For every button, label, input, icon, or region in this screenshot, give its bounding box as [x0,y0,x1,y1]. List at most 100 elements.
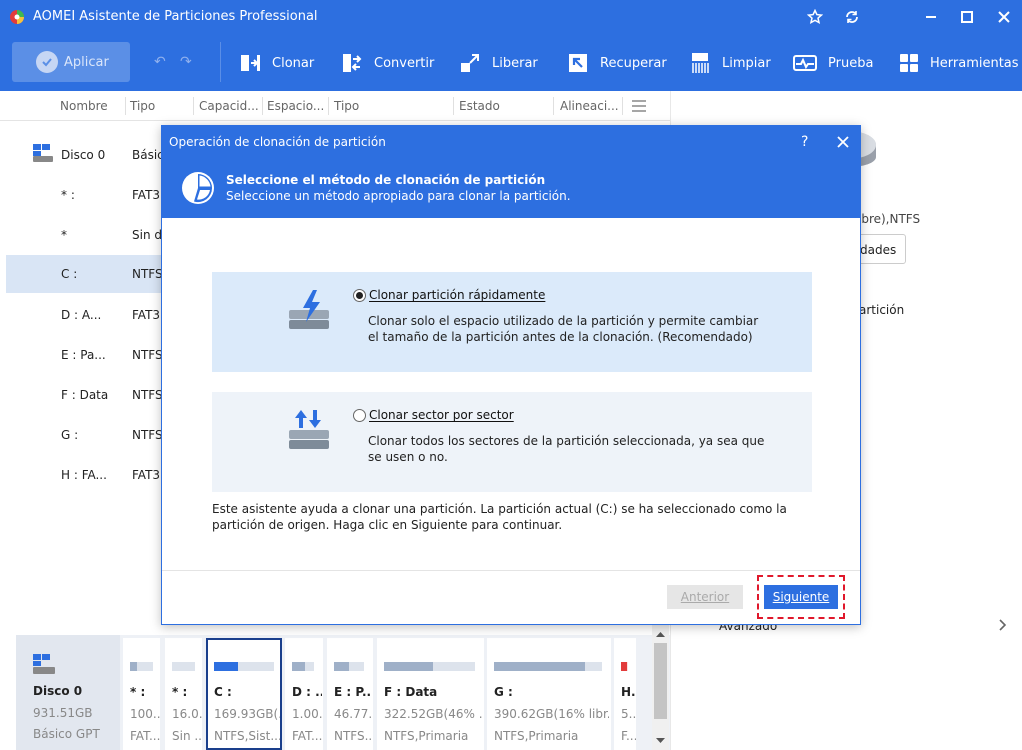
option-sector-label[interactable]: Clonar sector por sector [369,408,514,422]
usage-fill [384,662,434,671]
redo-icon[interactable]: ↷ [180,54,192,70]
column-settings-icon[interactable] [631,100,647,112]
partition-label: C : [214,685,232,699]
partition-type: NTFS [132,348,163,362]
chevron-right-icon[interactable] [998,618,1008,632]
column-divider [622,97,623,115]
partition-name: D : A... [61,308,102,322]
column-divider [553,97,554,115]
toolbar-convert-label: Convertir [374,55,435,71]
partition-type: Sin d [132,228,162,242]
apply-button[interactable]: Aplicar [12,42,130,82]
column-header[interactable]: Capacid... [199,99,259,113]
radio-clone-fast[interactable] [353,289,366,302]
undo-icon[interactable]: ↶ [154,54,166,70]
usage-bar [214,662,274,671]
column-header[interactable]: Tipo [130,99,155,113]
scrollbar-thumb[interactable] [654,643,667,719]
partition-capacity: 100... [130,707,160,721]
column-header[interactable]: Espacio... [267,99,324,113]
toolbar-recover-button[interactable]: Recuperar [566,50,667,76]
partition-block[interactable]: D : ... 1.00... FAT... [285,638,323,750]
partition-label: * : [172,685,188,699]
partition-fs: NTFS,Primaria [494,729,579,743]
toolbar-free-label: Liberar [492,55,538,71]
scroll-down-icon[interactable] [656,738,665,744]
radio-clone-sector[interactable] [353,409,366,422]
partition-type: NTFS [132,267,163,281]
back-button[interactable]: Anterior [667,585,743,609]
wipe-icon [692,53,709,73]
option-fast-label[interactable]: Clonar partición rápidamente [369,288,545,302]
partition-block-selected[interactable]: C : 169.93GB(... NTFS,Sist... [206,638,282,750]
dialog-header-title: Seleccione el método de clonación de par… [226,173,546,187]
usage-fill [292,662,306,671]
column-header[interactable]: Estado [459,99,500,113]
toolbar-test-button[interactable]: Prueba [792,50,873,76]
toolbar-test-label: Prueba [828,55,874,71]
dialog-close-icon[interactable] [837,136,849,148]
usage-bar [172,662,195,671]
toolbar-free-button[interactable]: Liberar [458,50,538,76]
next-button-highlight: Siguiente [757,575,845,619]
convert-icon [343,54,362,72]
usage-bar [130,662,153,671]
partition-block[interactable]: F : Data 322.52GB(46% ... NTFS,Primaria [377,638,484,750]
properties-button-label: dades [860,243,897,257]
dialog-info-text: Este asistente ayuda a clonar una partic… [212,501,812,533]
usage-fill [214,662,238,671]
partition-block[interactable]: G : 390.62GB(16% libr... NTFS,Primaria [487,638,611,750]
partition-name: E : Pa... [61,348,106,362]
option-clone-fast[interactable]: Clonar partición rápidamente Clonar solo… [212,272,812,372]
scroll-up-icon[interactable] [656,631,665,637]
partition-block[interactable]: * : 100... FAT... [123,638,160,750]
toolbar-clone-label: Clonar [272,55,315,71]
partition-name: H : FA... [61,468,107,482]
partition-list-header: Nombre Tipo Capacid... Espacio... Tipo E… [0,91,670,121]
option-clone-sector[interactable]: Clonar sector por sector Clonar todos lo… [212,392,812,492]
help-icon[interactable]: ? [801,134,808,150]
minimize-icon[interactable] [920,6,942,28]
next-button[interactable]: Siguiente [764,585,838,609]
toolbar-wipe-label: Limpiar [722,55,771,71]
partition-block[interactable]: E : P... 46.77... NTFS... [327,638,373,750]
partition-type: FAT3 [132,468,161,482]
partition-type: FAT3 [132,308,161,322]
dialog-footer-divider [162,570,860,571]
partition-name: C : [61,267,78,281]
app-logo-icon [10,10,24,24]
recover-icon [569,54,587,72]
disk-map-scrollbar[interactable] [652,625,669,750]
partition-capacity: 5... [621,707,636,721]
partition-label: * : [130,685,146,699]
partition-capacity: 322.52GB(46% ... [384,707,482,721]
partition-fs: NTFS... [334,729,372,743]
fast-clone-icon [289,290,329,329]
close-icon[interactable] [993,6,1015,28]
partition-name: G : [61,428,79,442]
usage-bar [334,662,364,671]
column-header[interactable]: Alineaci... [560,99,619,113]
partition-fs: NTFS,Sist... [214,729,280,743]
maximize-icon[interactable] [956,6,978,28]
toolbar-clone-button[interactable]: Clonar [238,50,314,76]
usage-bar [292,662,314,671]
toolbar-convert-button[interactable]: Convertir [340,50,434,76]
usage-fill [494,662,585,671]
disk-map-disk[interactable]: Disco 0 931.51GB Básico GPT [16,635,120,750]
partition-link[interactable]: artición [859,303,904,317]
dialog-header: Seleccione el método de clonación de par… [162,158,860,218]
dialog-header-subtitle: Seleccione un método apropiado para clon… [226,189,571,203]
column-header[interactable]: Tipo [334,99,359,113]
partition-type: FAT3 [132,188,161,202]
toolbar-wipe-button[interactable]: Limpiar [688,50,771,76]
partition-capacity: 46.77... [334,707,372,721]
refresh-icon[interactable] [841,6,863,28]
column-divider [453,97,454,115]
partition-block[interactable]: * : 16.0... Sin ... [165,638,202,750]
partition-block[interactable]: H... 5... F... [614,638,636,750]
star-icon[interactable] [804,6,826,28]
column-header[interactable]: Nombre [60,99,108,113]
partition-label: E : P... [334,685,372,699]
toolbar-tools-button[interactable]: Herramientas [898,50,1019,76]
